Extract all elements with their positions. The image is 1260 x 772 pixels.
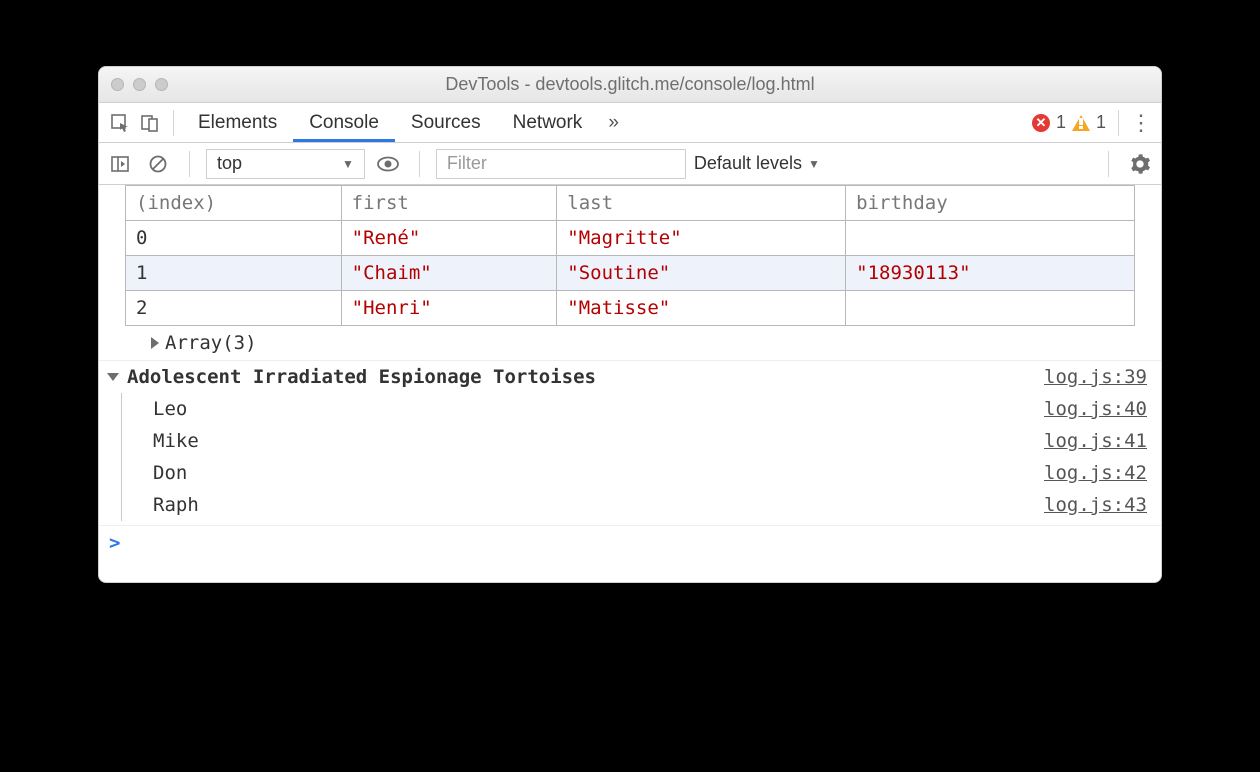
error-count: 1 — [1056, 112, 1066, 133]
separator — [1118, 110, 1119, 136]
filter-input[interactable] — [436, 149, 686, 179]
table-row[interactable]: 1 "Chaim" "Soutine" "18930113" — [126, 256, 1135, 291]
separator — [173, 110, 174, 136]
console-output: (index) first last birthday 0 "René" "Ma… — [99, 185, 1161, 582]
log-message: Mike — [153, 430, 199, 452]
table-row[interactable]: 2 "Henri" "Matisse" — [126, 291, 1135, 326]
context-selector[interactable]: top ▼ — [206, 149, 365, 179]
warning-count: 1 — [1096, 112, 1106, 133]
source-link[interactable]: log.js:40 — [1044, 398, 1147, 420]
log-message: Don — [153, 462, 187, 484]
more-menu-icon[interactable]: ⋮ — [1127, 110, 1155, 136]
collapse-triangle-icon — [107, 373, 119, 381]
close-dot[interactable] — [111, 78, 124, 91]
log-row[interactable]: Leo log.js:40 — [99, 393, 1161, 425]
log-levels-selector[interactable]: Default levels ▼ — [694, 153, 820, 174]
window-title: DevTools - devtools.glitch.me/console/lo… — [99, 74, 1161, 95]
log-row[interactable]: Don log.js:42 — [99, 457, 1161, 489]
tab-overflow-button[interactable]: » — [598, 112, 629, 134]
array-summary: Array(3) — [165, 332, 257, 354]
console-prompt[interactable]: > — [99, 525, 1161, 568]
console-group: Adolescent Irradiated Espionage Tortoise… — [99, 360, 1161, 521]
tab-console[interactable]: Console — [293, 103, 395, 142]
console-table: (index) first last birthday 0 "René" "Ma… — [99, 185, 1161, 360]
issue-counters[interactable]: ✕ 1 1 — [1032, 112, 1110, 133]
tab-network[interactable]: Network — [497, 103, 599, 142]
chevron-down-icon: ▼ — [808, 157, 820, 171]
log-row[interactable]: Raph log.js:43 — [99, 489, 1161, 521]
console-toolbar: top ▼ Default levels ▼ — [99, 143, 1161, 185]
log-message: Raph — [153, 494, 199, 516]
separator — [419, 151, 420, 177]
data-table: (index) first last birthday 0 "René" "Ma… — [125, 185, 1135, 326]
devtools-window: DevTools - devtools.glitch.me/console/lo… — [98, 66, 1162, 583]
settings-gear-icon[interactable] — [1125, 149, 1155, 179]
source-link[interactable]: log.js:39 — [1044, 366, 1147, 388]
device-toolbar-icon[interactable] — [135, 108, 165, 138]
array-summary-row[interactable]: Array(3) — [125, 326, 1135, 360]
group-header[interactable]: Adolescent Irradiated Espionage Tortoise… — [99, 361, 1161, 393]
traffic-lights — [111, 78, 168, 91]
chevron-down-icon: ▼ — [342, 157, 354, 171]
table-header-row: (index) first last birthday — [126, 186, 1135, 221]
log-message: Leo — [153, 398, 187, 420]
warning-icon — [1072, 115, 1090, 131]
tab-sources[interactable]: Sources — [395, 103, 497, 142]
group-title: Adolescent Irradiated Espionage Tortoise… — [127, 366, 596, 388]
zoom-dot[interactable] — [155, 78, 168, 91]
live-expression-icon[interactable] — [373, 149, 403, 179]
col-index[interactable]: (index) — [126, 186, 342, 221]
clear-console-icon[interactable] — [143, 149, 173, 179]
prompt-glyph: > — [109, 532, 120, 554]
col-birthday[interactable]: birthday — [846, 186, 1135, 221]
main-tab-bar: Elements Console Sources Network » ✕ 1 1… — [99, 103, 1161, 143]
source-link[interactable]: log.js:43 — [1044, 494, 1147, 516]
col-last[interactable]: last — [557, 186, 846, 221]
tab-elements[interactable]: Elements — [182, 103, 293, 142]
levels-label: Default levels — [694, 153, 802, 174]
col-first[interactable]: first — [341, 186, 557, 221]
context-value: top — [217, 153, 242, 174]
separator — [189, 151, 190, 177]
source-link[interactable]: log.js:41 — [1044, 430, 1147, 452]
error-icon: ✕ — [1032, 114, 1050, 132]
source-link[interactable]: log.js:42 — [1044, 462, 1147, 484]
minimize-dot[interactable] — [133, 78, 146, 91]
table-row[interactable]: 0 "René" "Magritte" — [126, 221, 1135, 256]
separator — [1108, 151, 1109, 177]
inspect-element-icon[interactable] — [105, 108, 135, 138]
log-row[interactable]: Mike log.js:41 — [99, 425, 1161, 457]
toggle-sidebar-icon[interactable] — [105, 149, 135, 179]
expand-triangle-icon — [151, 337, 159, 349]
titlebar: DevTools - devtools.glitch.me/console/lo… — [99, 67, 1161, 103]
